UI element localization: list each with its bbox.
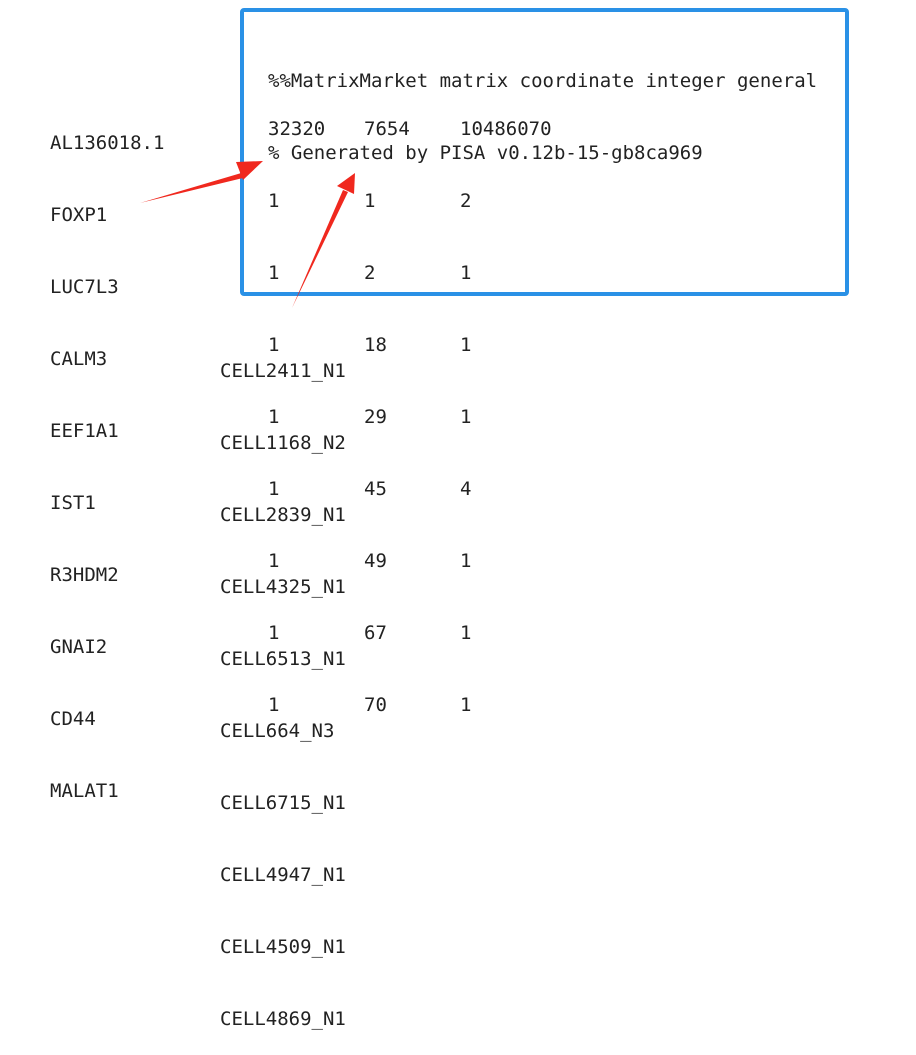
gene-item: MALAT1 [50, 780, 119, 802]
matrix-market-box: %%MatrixMarket matrix coordinate integer… [240, 8, 849, 716]
matrix-format-line: %%MatrixMarket matrix coordinate integer… [268, 70, 818, 92]
row-gene-index: 1 [268, 262, 280, 284]
row-cell-index: 2 [364, 262, 376, 284]
dimension-genes: 32320 [268, 118, 326, 140]
matrix-dimensions-row: 32320 7654 10486070 [268, 117, 552, 141]
dimension-cells: 7654 [364, 118, 410, 140]
gene-item: LUC7L3 [50, 276, 119, 298]
cell-item: CELL664_N3 [220, 720, 335, 742]
gene-item: AL136018.1 [50, 132, 165, 154]
cell-item: CELL2839_N1 [220, 504, 346, 526]
dimension-entries: 10486070 [460, 118, 552, 140]
row-count: 1 [460, 550, 472, 572]
row-cell-index: 67 [364, 622, 387, 644]
gene-item: FOXP1 [50, 204, 108, 226]
gene-item: EEF1A1 [50, 420, 119, 442]
row-cell-index: 49 [364, 550, 387, 572]
cell-item: CELL4325_N1 [220, 576, 346, 598]
row-cell-index: 70 [364, 694, 387, 716]
row-count: 4 [460, 478, 472, 500]
cell-item: CELL4509_N1 [220, 936, 346, 958]
cell-item: CELL2411_N1 [220, 360, 346, 382]
row-count: 1 [460, 334, 472, 356]
matrix-row: 1 1 2 [268, 189, 471, 213]
row-count: 2 [460, 190, 472, 212]
cell-item: CELL4869_N1 [220, 1008, 346, 1030]
cell-item: CELL6513_N1 [220, 648, 346, 670]
gene-item: CALM3 [50, 348, 108, 370]
row-cell-index: 45 [364, 478, 387, 500]
row-count: 1 [460, 406, 472, 428]
cell-item: CELL6715_N1 [220, 792, 346, 814]
gene-item: IST1 [50, 492, 96, 514]
row-count: 1 [460, 262, 472, 284]
gene-item: R3HDM2 [50, 564, 119, 586]
cell-item: CELL1168_N2 [220, 432, 346, 454]
row-count: 1 [460, 694, 472, 716]
cell-item: CELL4947_N1 [220, 864, 346, 886]
gene-item: GNAI2 [50, 636, 108, 658]
row-count: 1 [460, 622, 472, 644]
row-cell-index: 18 [364, 334, 387, 356]
gene-list: AL136018.1 FOXP1 LUC7L3 CALM3 EEF1A1 IST… [50, 83, 164, 827]
row-cell-index: 29 [364, 406, 387, 428]
gene-item: CD44 [50, 708, 96, 730]
row-cell-index: 1 [364, 190, 376, 212]
matrix-row: 1 2 1 [268, 261, 471, 285]
matrix-generated-line: % Generated by PISA v0.12b-15-gb8ca969 [268, 142, 703, 164]
row-gene-index: 1 [268, 190, 280, 212]
cell-barcode-list: CELL2411_N1 CELL1168_N2 CELL2839_N1 CELL… [220, 311, 346, 1055]
